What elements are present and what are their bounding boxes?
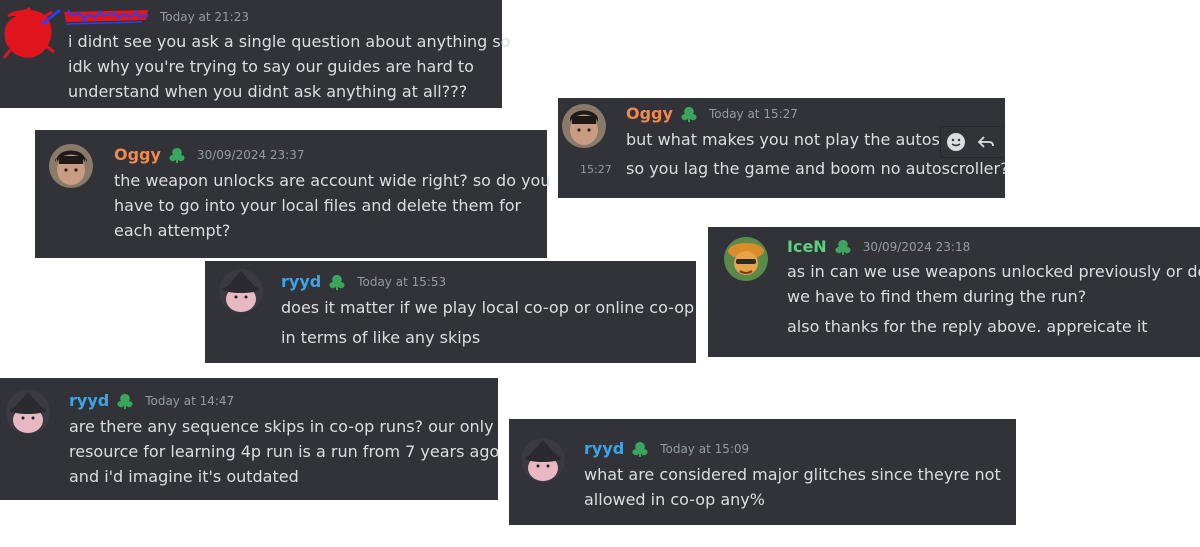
avatar-icen[interactable]: [724, 237, 768, 281]
guild-leaf-badge-icon: [327, 273, 347, 291]
message-line: the weapon unlocks are account wide righ…: [114, 171, 551, 190]
guild-leaf-badge-icon: [833, 238, 853, 256]
user-avatar-icon: [49, 144, 93, 188]
message-header: ryyd Today at 15:09: [584, 439, 749, 458]
message-card-5: ryyd Today at 15:53 does it matter if we…: [205, 261, 696, 363]
avatar-oggy[interactable]: [562, 104, 606, 148]
message-header: Oggy Today at 15:27: [626, 104, 798, 123]
avatar-oggy[interactable]: [49, 144, 93, 188]
timestamp: Today at 15:53: [357, 274, 447, 289]
reply-arrow-icon[interactable]: [971, 127, 1001, 157]
user-avatar-icon: [562, 104, 606, 148]
guild-leaf-badge-icon: [679, 105, 699, 123]
username[interactable]: ryyd: [281, 272, 321, 291]
message-line: understand when you didnt ask anything a…: [68, 82, 468, 101]
user-avatar-icon: [6, 390, 50, 434]
timestamp: Today at 15:09: [660, 441, 750, 456]
username[interactable]: ryyd: [69, 391, 109, 410]
scribble-redaction-icon: [64, 9, 149, 25]
avatar-ryyd[interactable]: [521, 438, 565, 482]
message-line: but what makes you not play the autoscro: [626, 130, 965, 149]
message-card-4: IceN 30/09/2024 23:18 as in can we use w…: [708, 227, 1200, 357]
message-actions-toolbar: [940, 126, 1005, 158]
message-card-7: ryyd Today at 15:09 what are considered …: [509, 419, 1016, 525]
message-line: as in can we use weapons unlocked previo…: [787, 262, 1200, 281]
user-avatar-icon: [724, 237, 768, 281]
smiley-reaction-icon[interactable]: [941, 127, 971, 157]
avatar-ryyd[interactable]: [219, 269, 263, 313]
timestamp: Today at 14:47: [145, 393, 235, 408]
message-line: does it matter if we play local co-op or…: [281, 298, 695, 317]
timestamp: 30/09/2024 23:18: [862, 239, 971, 254]
message-line: have to go into your local files and del…: [114, 196, 522, 215]
message-line: and i'd imagine it's outdated: [69, 467, 299, 486]
message-card-3: Oggy Today at 15:27 but what makes you n…: [558, 98, 1005, 198]
message-card-1: Today at 21:23 i didnt see you ask a sin…: [0, 0, 510, 108]
username[interactable]: IceN: [787, 237, 827, 256]
message-line: i didnt see you ask a single question ab…: [68, 32, 511, 51]
message-header: IceN 30/09/2024 23:18: [787, 237, 970, 256]
message-header: ryyd Today at 14:47: [69, 391, 234, 410]
username[interactable]: Oggy: [626, 104, 673, 123]
guild-leaf-badge-icon: [167, 146, 187, 164]
message-line: also thanks for the reply above. appreic…: [787, 317, 1148, 336]
message-line: allowed in co-op any%: [584, 490, 765, 509]
message-line: are there any sequence skips in co-op ru…: [69, 417, 494, 436]
guild-leaf-badge-icon: [630, 440, 650, 458]
avatar-ryyd[interactable]: [6, 390, 50, 434]
timestamp: Today at 15:27: [708, 106, 798, 121]
message-line: idk why you're trying to say our guides …: [68, 57, 474, 76]
message-line: what are considered major glitches since…: [584, 465, 1001, 484]
message-line: in terms of like any skips: [281, 328, 481, 347]
message-line: resource for learning 4p run is a run fr…: [69, 442, 500, 461]
message-header: Today at 21:23: [62, 6, 249, 28]
message-card-2: Oggy 30/09/2024 23:37 the weapon unlocks…: [35, 130, 551, 258]
hover-timestamp: 15:27: [580, 163, 612, 176]
user-avatar-icon: [521, 438, 565, 482]
redacted-username[interactable]: [62, 6, 150, 28]
red-scribble-avatar-icon: [2, 6, 61, 59]
username[interactable]: ryyd: [584, 439, 624, 458]
message-line: each attempt?: [114, 221, 231, 240]
avatar-redacted[interactable]: [2, 6, 61, 59]
username[interactable]: Oggy: [114, 145, 161, 164]
timestamp: 30/09/2024 23:37: [196, 147, 305, 162]
timestamp: Today at 21:23: [160, 10, 249, 24]
message-line: we have to find them during the run?: [787, 287, 1087, 306]
message-header: Oggy 30/09/2024 23:37: [114, 145, 305, 164]
message-header: ryyd Today at 15:53: [281, 272, 446, 291]
message-line: so you lag the game and boom no autoscro…: [626, 159, 1005, 178]
message-card-6: ryyd Today at 14:47 are there any sequen…: [0, 378, 500, 500]
guild-leaf-badge-icon: [115, 392, 135, 410]
user-avatar-icon: [219, 269, 263, 313]
